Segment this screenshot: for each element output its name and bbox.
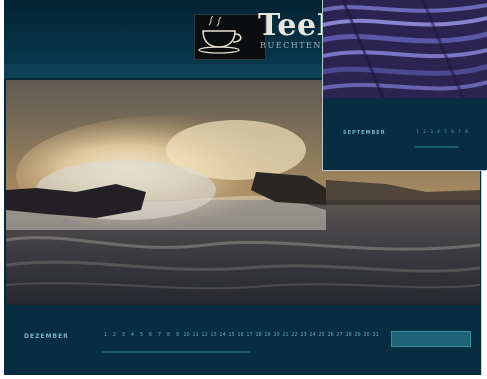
day-cell: 15 [228,332,235,338]
overlay-calendar-card: SEPTEMBER 12345678 [322,0,487,171]
day-cell: 28 [345,332,352,338]
month-label: DEZEMBER [24,333,69,340]
day-cell: 6 [451,129,454,134]
day-cell: 24 [309,332,316,338]
brand-tagline: RUECHTEN [260,41,322,50]
day-cell: 3 [430,129,433,134]
day-cell: 31 [372,332,379,338]
day-cell: 5 [139,332,144,338]
day-cell: 17 [246,332,253,338]
day-cell: 4 [130,332,135,338]
day-cell: 23 [300,332,307,338]
day-cell: 10 [183,332,190,338]
day-cell: 18 [255,332,262,338]
week-marker [102,351,250,353]
day-row: 1 2 3 4 5 6 7 8 9 10 11 12 13 14 15 16 17 18 19 20 21 22 23 24 2… [102,331,379,341]
calendar-strip: DEZEMBER 1 2 3 4 5 6 7 8 9 10 11 12 13 14 15 16 17 18 19 20… [4,306,481,375]
day-cell: 12 [201,332,208,338]
calendar-button[interactable] [391,331,471,347]
week-marker [415,146,459,148]
day-cell: 9 [175,332,180,338]
day-cell: 6 [148,332,153,338]
day-cell: 7 [458,129,461,134]
day-cell: 20 [273,332,280,338]
day-cell: 8 [465,129,468,134]
month-label: SEPTEMBER [343,130,386,136]
day-cell: 16 [237,332,244,338]
teacup-icon [194,14,266,60]
day-cell: 29 [354,332,361,338]
day-cell: 3 [121,332,126,338]
day-cell: 1 [103,332,108,338]
day-cell: 2 [112,332,117,338]
day-row: 12345678 [415,128,469,136]
day-cell: 26 [327,332,334,338]
day-cell: 14 [219,332,226,338]
day-cell: 8 [166,332,171,338]
day-cell: 5 [444,129,447,134]
day-cell: 19 [264,332,271,338]
day-cell: 27 [336,332,343,338]
day-cell: 2 [423,129,426,134]
day-cell: 25 [318,332,325,338]
day-cell: 13 [210,332,217,338]
day-cell: 22 [291,332,298,338]
day-cell: 11 [192,332,199,338]
calendar-preview: TeeP RUECHTEN DEZEMBER 1 2 3 4 5 6 7 8 9… [0,0,487,379]
day-cell: 21 [282,332,289,338]
day-cell: 1 [416,129,419,134]
purple-texture-photo [323,0,487,98]
day-cell: 7 [157,332,162,338]
day-cell: 30 [363,332,370,338]
day-cell: 4 [437,129,440,134]
